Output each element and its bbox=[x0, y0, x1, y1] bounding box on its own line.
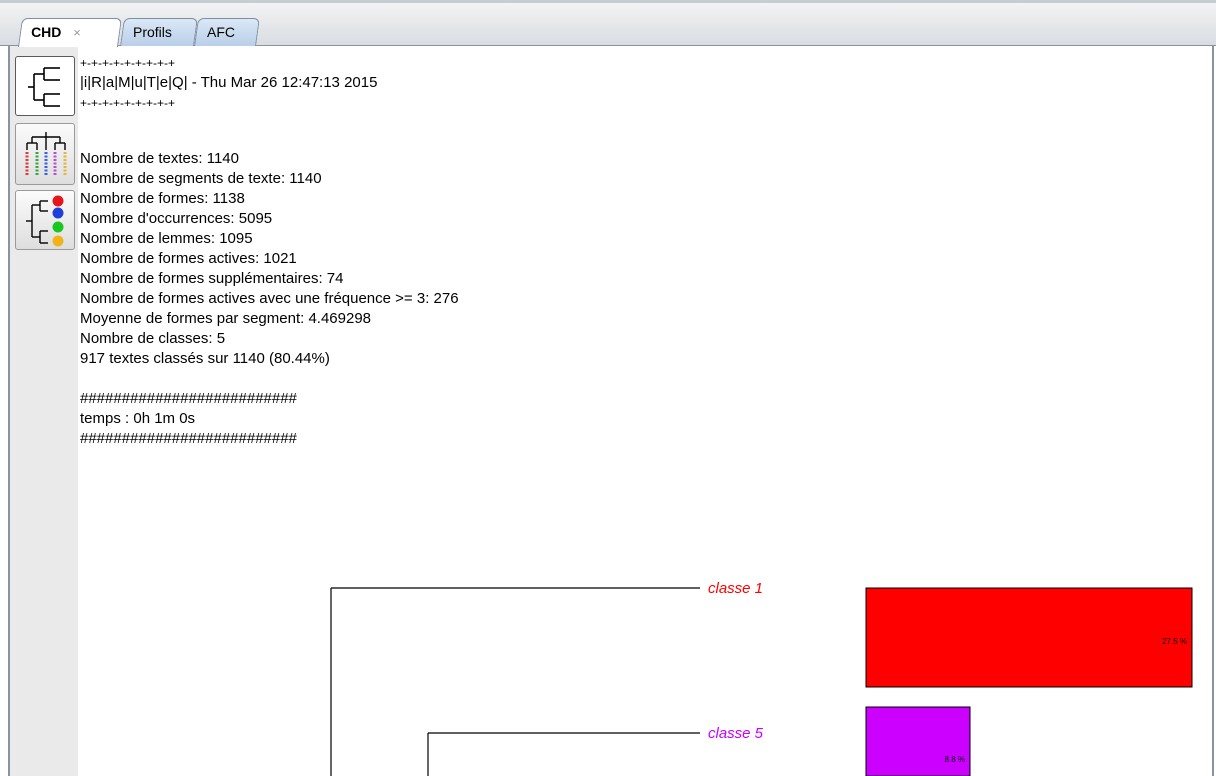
profiles-dendrogram-button[interactable] bbox=[15, 123, 75, 185]
class-1-bar bbox=[865, 587, 1193, 688]
stat-line: Nombre de classes: 5 bbox=[80, 330, 226, 347]
class-5-bar bbox=[865, 706, 971, 776]
header-separator-bottom: +-+-+-+-+-+-+-+-+ bbox=[80, 96, 176, 110]
time-separator-top: ########################## bbox=[80, 390, 297, 407]
tab-profils-label: Profils bbox=[133, 24, 172, 40]
class-1-label: classe 1 bbox=[708, 580, 763, 597]
tab-chd[interactable]: CHD × bbox=[17, 18, 123, 47]
stat-line: Nombre de segments de texte: 1140 bbox=[80, 170, 322, 187]
stat-line: Nombre d'occurrences: 5095 bbox=[80, 210, 273, 227]
colored-dendrogram-button[interactable] bbox=[15, 190, 75, 250]
elapsed-time: temps : 0h 1m 0s bbox=[80, 410, 196, 427]
profiles-dendrogram-icon bbox=[25, 132, 67, 176]
stat-line: Nombre de textes: 1140 bbox=[80, 150, 239, 167]
colored-dendrogram-icon bbox=[26, 195, 64, 247]
dendrogram-branches bbox=[330, 587, 700, 776]
dendrogram-icon bbox=[28, 67, 60, 107]
class-5-label: classe 5 bbox=[708, 725, 764, 742]
tab-chd-close-icon[interactable]: × bbox=[73, 25, 81, 40]
stat-line: 917 textes classés sur 1140 (80.44%) bbox=[80, 350, 330, 367]
dendrogram-button[interactable] bbox=[15, 56, 75, 116]
header-separator-top: +-+-+-+-+-+-+-+-+ bbox=[80, 56, 176, 70]
tab-afc[interactable]: AFC bbox=[194, 18, 260, 46]
tab-profils[interactable]: Profils bbox=[120, 18, 198, 46]
tab-bar-border bbox=[0, 0, 1216, 3]
chd-report: +-+-+-+-+-+-+-+-+ |i|R|a|M|u|T|e|Q| - Th… bbox=[80, 53, 1200, 449]
class-5-percent-label: 8.8 % bbox=[945, 755, 965, 764]
class-1-percent-label: 27.5 % bbox=[1162, 637, 1187, 646]
stat-line: Nombre de formes actives avec une fréque… bbox=[80, 290, 459, 307]
time-separator-bottom: ########################## bbox=[80, 430, 297, 447]
tab-chd-label: CHD bbox=[31, 24, 62, 40]
tab-afc-label: AFC bbox=[207, 24, 235, 40]
chd-window: CHD × Profils AFC +-+-+-+-+-+-+-+-+ |i|R… bbox=[0, 0, 1216, 776]
stat-line: Nombre de formes: 1138 bbox=[80, 190, 245, 207]
dendrogram-chart: classe 1 classe 5 27.5 % 8.8 % bbox=[330, 580, 1193, 776]
stat-line: Nombre de formes supplémentaires: 74 bbox=[80, 270, 344, 287]
stat-line: Moyenne de formes par segment: 4.469298 bbox=[80, 310, 372, 327]
tab-bar: CHD × Profils AFC bbox=[0, 0, 1216, 47]
stat-line: Nombre de formes actives: 1021 bbox=[80, 250, 297, 267]
report-header: |i|R|a|M|u|T|e|Q| - Thu Mar 26 12:47:13 … bbox=[80, 74, 378, 91]
stat-line: Nombre de lemmes: 1095 bbox=[80, 230, 253, 247]
stats-list: Nombre de textes: 1140 Nombre de segment… bbox=[80, 149, 1200, 369]
